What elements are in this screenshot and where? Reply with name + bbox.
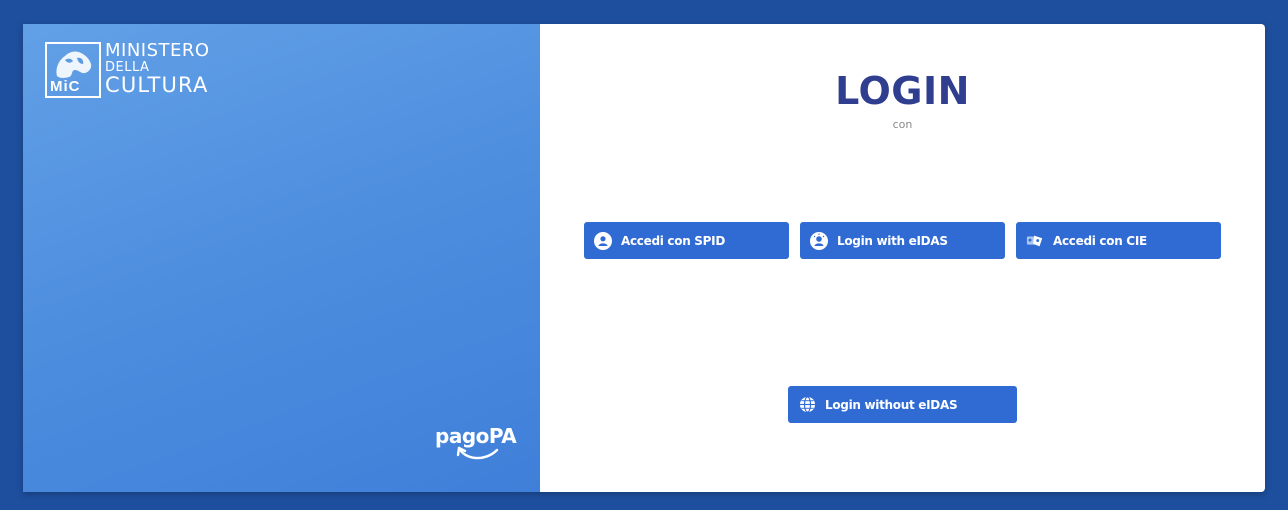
brand-panel: MiC MINISTERO DELLA CULTURA pagoPA (23, 24, 540, 492)
mic-emblem-icon: MiC (45, 42, 101, 98)
cie-login-button[interactable]: Accedi con CIE (1016, 222, 1221, 259)
logo-line-cultura: CULTURA (105, 73, 209, 97)
pagopa-logo: pagoPA (435, 424, 517, 460)
spid-login-label: Accedi con SPID (621, 233, 725, 248)
login-panel: LOGIN con Accedi con SPID Login with eID… (540, 24, 1265, 492)
login-subtitle: con (892, 118, 913, 131)
login-title: LOGIN (835, 69, 970, 113)
eidas-icon (810, 231, 828, 250)
ministry-name: MINISTERO DELLA CULTURA (105, 42, 210, 96)
ministry-logo[interactable]: MiC MINISTERO DELLA CULTURA (45, 42, 210, 98)
login-without-eidas-label: Login without eIDAS (825, 397, 958, 412)
eidas-login-button[interactable]: Login with eIDAS (800, 222, 1005, 259)
pagopa-arrow-icon (456, 446, 499, 460)
cie-login-label: Accedi con CIE (1053, 233, 1147, 248)
login-without-eidas-button[interactable]: Login without eIDAS (788, 386, 1017, 423)
login-card: MiC MINISTERO DELLA CULTURA pagoPA LOGIN… (23, 24, 1265, 492)
mic-label: MiC (50, 78, 81, 95)
eidas-login-label: Login with eIDAS (837, 233, 948, 248)
cie-card-icon (1026, 232, 1044, 250)
spid-login-button[interactable]: Accedi con SPID (584, 222, 789, 259)
user-circle-icon (594, 231, 612, 250)
logo-line-ministero: MINISTERO (105, 40, 210, 61)
globe-icon (798, 396, 816, 414)
